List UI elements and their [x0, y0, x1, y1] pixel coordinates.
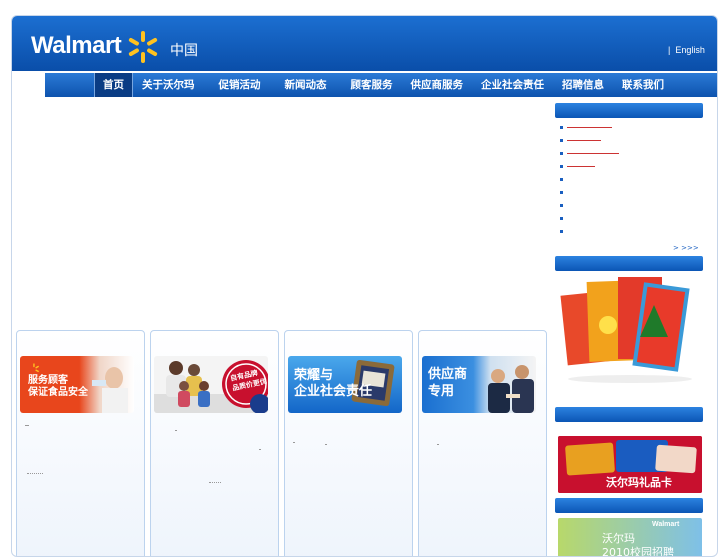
nav-item-contact[interactable]: 联系我们 [613, 73, 673, 97]
card-1-more-mark[interactable] [27, 473, 43, 475]
card-1-line-2: 保证食品安全 [28, 387, 88, 398]
card-4-line-2: 专用 [428, 384, 455, 399]
promo-flyers-image[interactable] [558, 275, 702, 383]
feature-card-csr[interactable]: 荣耀与 企业社会责任 [284, 330, 413, 556]
list-item[interactable] [560, 135, 700, 148]
card-3-line-2: 企业社会责任 [294, 384, 373, 399]
english-link[interactable]: English [675, 45, 705, 55]
card-2-more-mark[interactable] [209, 482, 221, 484]
main-nav: 首页 关于沃尔玛 促销活动 新闻动态 顾客服务 供应商服务 企业社会责任 招聘信… [94, 73, 673, 97]
card-4-line-1: 供应商 [428, 367, 468, 382]
campus-recruit-image[interactable]: Walmart 沃尔玛 2010校园招聘 [558, 518, 702, 557]
sidebar-flyer-header [555, 256, 703, 271]
feature-card-food-safety[interactable]: 服务顾客 保证食品安全 [16, 330, 145, 556]
card-3-line-1: 荣耀与 [294, 368, 334, 383]
card-2-text-mark [175, 430, 177, 431]
sidebar-giftcard-header [555, 407, 703, 422]
card-3-text-mark [293, 442, 295, 443]
sidebar-recruit-header [555, 498, 703, 513]
nav-item-supplier-service[interactable]: 供应商服务 [402, 73, 473, 97]
card-1-text-mark [25, 425, 29, 426]
page-frame: Walmart 中国 | English 首页 关于沃尔玛 促销活动 新闻动态 … [11, 15, 718, 557]
list-item[interactable] [560, 174, 700, 187]
list-item[interactable] [560, 148, 700, 161]
nav-item-home[interactable]: 首页 [94, 73, 133, 97]
language-switch: | English [668, 45, 705, 55]
hero-banner-area [17, 100, 547, 330]
giftcard-label: 沃尔玛礼品卡 [606, 476, 672, 489]
walmart-logo[interactable]: Walmart [31, 32, 122, 60]
flyers-graphic [560, 277, 692, 383]
recruit-line-1: 沃尔玛 [602, 532, 635, 545]
list-item[interactable] [560, 200, 700, 213]
feature-card-supplier[interactable]: 供应商 专用 [418, 330, 547, 556]
nav-item-promotions[interactable]: 促销活动 [210, 73, 270, 97]
list-item[interactable] [560, 122, 700, 135]
card-3-text-mark-2 [325, 444, 327, 445]
site-header: Walmart 中国 | English [12, 16, 717, 71]
giftcard-image[interactable]: 沃尔玛礼品卡 [558, 436, 702, 493]
card-2-text-mark-2 [259, 449, 261, 450]
logo-china-label: 中国 [170, 43, 198, 59]
logo-text: Walmart [31, 32, 122, 59]
private-brand-banner[interactable]: 自有品牌 品质价更优 [154, 356, 268, 413]
list-item[interactable] [560, 187, 700, 200]
sidebar-news-list [560, 122, 700, 239]
lang-separator: | [668, 45, 671, 55]
more-link[interactable]: > >>> [673, 244, 699, 252]
nav-item-csr[interactable]: 企业社会责任 [472, 73, 553, 97]
csr-banner[interactable]: 荣耀与 企业社会责任 [288, 356, 402, 413]
supplier-banner[interactable]: 供应商 专用 [422, 356, 536, 413]
feature-card-private-brand[interactable]: 自有品牌 品质价更优 [150, 330, 279, 556]
walmart-spark-icon [128, 31, 158, 63]
nav-item-careers[interactable]: 招聘信息 [553, 73, 613, 97]
nav-item-about[interactable]: 关于沃尔玛 [133, 73, 204, 97]
nav-item-news[interactable]: 新闻动态 [276, 73, 336, 97]
food-safety-banner[interactable]: 服务顾客 保证食品安全 [20, 356, 134, 413]
card-1-line-1: 服务顾客 [28, 375, 68, 386]
list-item[interactable] [560, 226, 700, 239]
recruit-brand: Walmart [652, 521, 680, 528]
nav-item-customer-service[interactable]: 顾客服务 [342, 73, 402, 97]
recruit-line-2: 2010校园招聘 [602, 546, 674, 557]
card-4-text-mark [437, 444, 439, 445]
list-item[interactable] [560, 161, 700, 174]
sidebar-news-header [555, 103, 703, 118]
list-item[interactable] [560, 213, 700, 226]
